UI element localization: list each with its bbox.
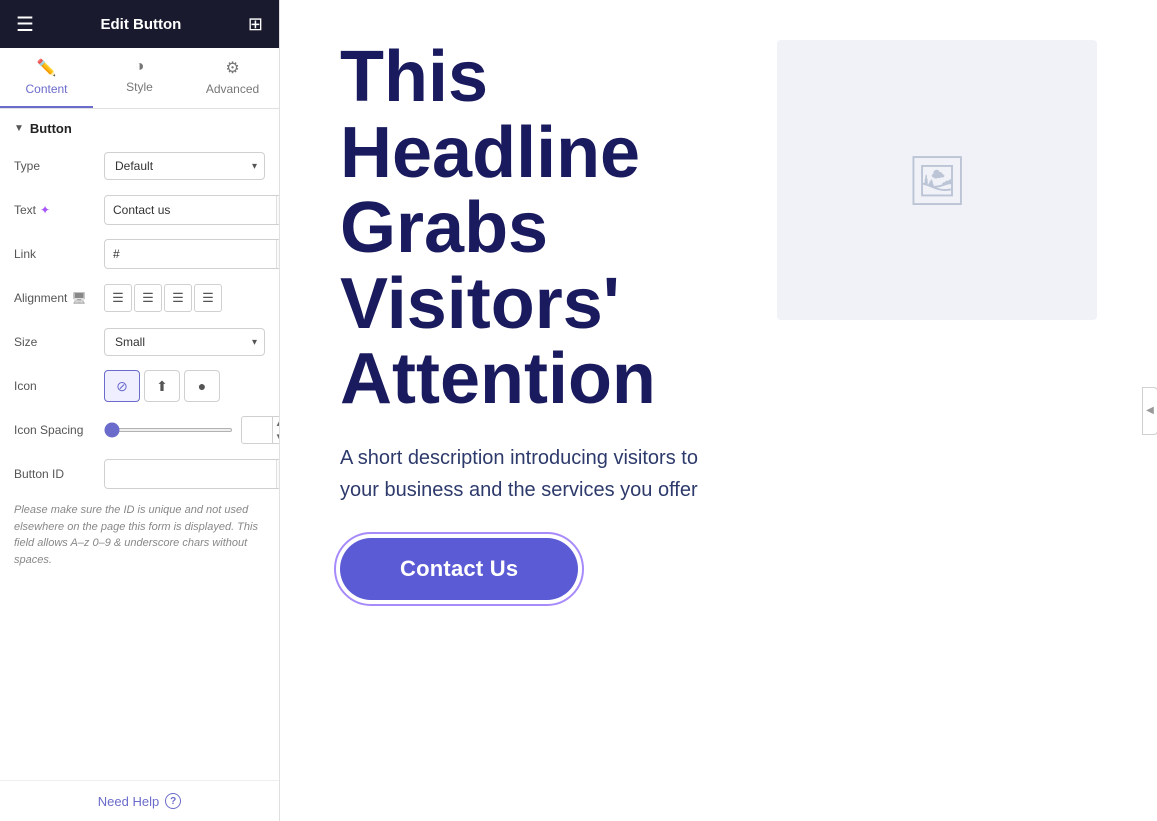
- icon-spacing-slider-row: ▲ ▼: [104, 416, 279, 444]
- tab-advanced[interactable]: ⚙ Advanced: [186, 48, 279, 108]
- type-label: Type: [14, 159, 104, 173]
- size-select-wrapper: Small Medium Large ▾: [104, 328, 265, 356]
- style-tab-label: Style: [126, 80, 153, 94]
- image-placeholder: 🖼: [777, 40, 1097, 320]
- icon-none-button[interactable]: ⊘: [104, 370, 140, 402]
- icon-spacing-value-box: ▲ ▼: [241, 416, 279, 444]
- topbar: ☰ Edit Button ⊞: [0, 0, 279, 48]
- description-text: A short description introducing visitors…: [340, 442, 720, 506]
- icon-spacing-down-arrow[interactable]: ▼: [273, 430, 279, 443]
- icon-spacing-slider[interactable]: [104, 428, 233, 432]
- alignment-screen-icon: 🖥: [71, 291, 86, 305]
- icon-label: Icon: [14, 379, 104, 393]
- type-control: Default Info Success Warning Danger ▾: [104, 152, 265, 180]
- left-panel: ☰ Edit Button ⊞ ✏️ Content ◑ Style ⚙ Adv…: [0, 0, 280, 821]
- align-center-button[interactable]: ☰: [134, 284, 162, 312]
- icon-control: ⊘ ⬆ ●: [104, 370, 265, 402]
- section-title: Button: [30, 121, 72, 136]
- icon-spacing-control: ▲ ▼: [104, 416, 279, 444]
- icon-spacing-label: Icon Spacing: [14, 423, 104, 437]
- icon-circle-button[interactable]: ●: [184, 370, 220, 402]
- text-input-wrapper: ☰: [104, 195, 279, 225]
- tabs-bar: ✏️ Content ◑ Style ⚙ Advanced: [0, 48, 279, 109]
- size-select[interactable]: Small Medium Large: [104, 328, 265, 356]
- text-control: ☰: [104, 195, 279, 225]
- style-tab-icon: ◑: [135, 58, 145, 76]
- grid-menu-icon[interactable]: ⊞: [248, 14, 263, 35]
- text-row: Text ✦ ☰: [14, 194, 265, 226]
- align-justify-button[interactable]: ☰: [194, 284, 222, 312]
- button-id-options-icon[interactable]: ☰: [276, 460, 279, 488]
- icon-row: Icon ⊘ ⬆ ●: [14, 370, 265, 402]
- alignment-buttons-group: ☰ ☰ ☰ ☰: [104, 284, 265, 312]
- alignment-label: Alignment 🖥: [14, 291, 104, 305]
- tab-content[interactable]: ✏️ Content: [0, 48, 93, 108]
- panel-collapse-handle[interactable]: ◀: [1142, 387, 1157, 435]
- button-section-header: ▼ Button: [14, 121, 265, 136]
- need-help-section[interactable]: Need Help ?: [0, 780, 279, 821]
- size-control: Small Medium Large ▾: [104, 328, 265, 356]
- button-id-row: Button ID ☰: [14, 458, 265, 490]
- type-select[interactable]: Default Info Success Warning Danger: [104, 152, 265, 180]
- align-right-button[interactable]: ☰: [164, 284, 192, 312]
- link-row: Link ⚙ ☰: [14, 238, 265, 270]
- link-input-wrapper: ⚙ ☰: [104, 239, 279, 269]
- help-question-icon[interactable]: ?: [165, 793, 181, 809]
- align-left-button[interactable]: ☰: [104, 284, 132, 312]
- button-id-input[interactable]: [105, 461, 276, 487]
- image-placeholder-icon: 🖼: [907, 152, 968, 209]
- text-input[interactable]: [105, 197, 276, 223]
- text-dynamic-icon: ✦: [40, 203, 50, 217]
- type-row: Type Default Info Success Warning Danger…: [14, 150, 265, 182]
- topbar-title: Edit Button: [101, 16, 182, 33]
- button-id-help-text: Please make sure the ID is unique and no…: [14, 502, 265, 568]
- panel-body: ▼ Button Type Default Info Success Warni…: [0, 109, 279, 780]
- icon-spacing-up-arrow[interactable]: ▲: [273, 417, 279, 430]
- text-label: Text ✦: [14, 203, 104, 217]
- need-help-label: Need Help: [98, 794, 159, 809]
- link-label: Link: [14, 247, 104, 261]
- alignment-row: Alignment 🖥 ☰ ☰ ☰ ☰: [14, 282, 265, 314]
- icon-choice-group: ⊘ ⬆ ●: [104, 370, 265, 402]
- cta-button-wrapper: Contact Us: [340, 538, 578, 600]
- text-content: This Headline Grabs Visitors' Attention …: [340, 40, 737, 781]
- size-row: Size Small Medium Large ▾: [14, 326, 265, 358]
- size-label: Size: [14, 335, 104, 349]
- content-tab-label: Content: [25, 82, 67, 96]
- type-select-wrapper: Default Info Success Warning Danger ▾: [104, 152, 265, 180]
- button-id-control: ☰: [104, 459, 279, 489]
- preview-area: This Headline Grabs Visitors' Attention …: [280, 0, 1157, 821]
- advanced-tab-icon: ⚙: [225, 58, 239, 78]
- headline-text: This Headline Grabs Visitors' Attention: [340, 40, 737, 418]
- hamburger-menu-icon[interactable]: ☰: [16, 12, 34, 37]
- content-wrapper: This Headline Grabs Visitors' Attention …: [340, 40, 1097, 781]
- cta-button[interactable]: Contact Us: [340, 538, 578, 600]
- icon-spacing-value-input[interactable]: [242, 424, 272, 436]
- icon-upload-button[interactable]: ⬆: [144, 370, 180, 402]
- content-tab-icon: ✏️: [37, 58, 57, 78]
- alignment-control: ☰ ☰ ☰ ☰: [104, 284, 265, 312]
- tab-style[interactable]: ◑ Style: [93, 48, 186, 108]
- button-id-input-wrapper: ☰: [104, 459, 279, 489]
- advanced-tab-label: Advanced: [206, 82, 259, 96]
- icon-spacing-arrows: ▲ ▼: [272, 417, 279, 443]
- section-collapse-arrow[interactable]: ▼: [14, 123, 24, 134]
- icon-spacing-row: Icon Spacing ▲ ▼: [14, 414, 265, 446]
- button-id-label: Button ID: [14, 467, 104, 481]
- link-input[interactable]: [105, 241, 276, 267]
- link-control: ⚙ ☰: [104, 239, 279, 269]
- link-settings-icon[interactable]: ⚙: [276, 240, 279, 268]
- text-options-icon[interactable]: ☰: [276, 196, 279, 224]
